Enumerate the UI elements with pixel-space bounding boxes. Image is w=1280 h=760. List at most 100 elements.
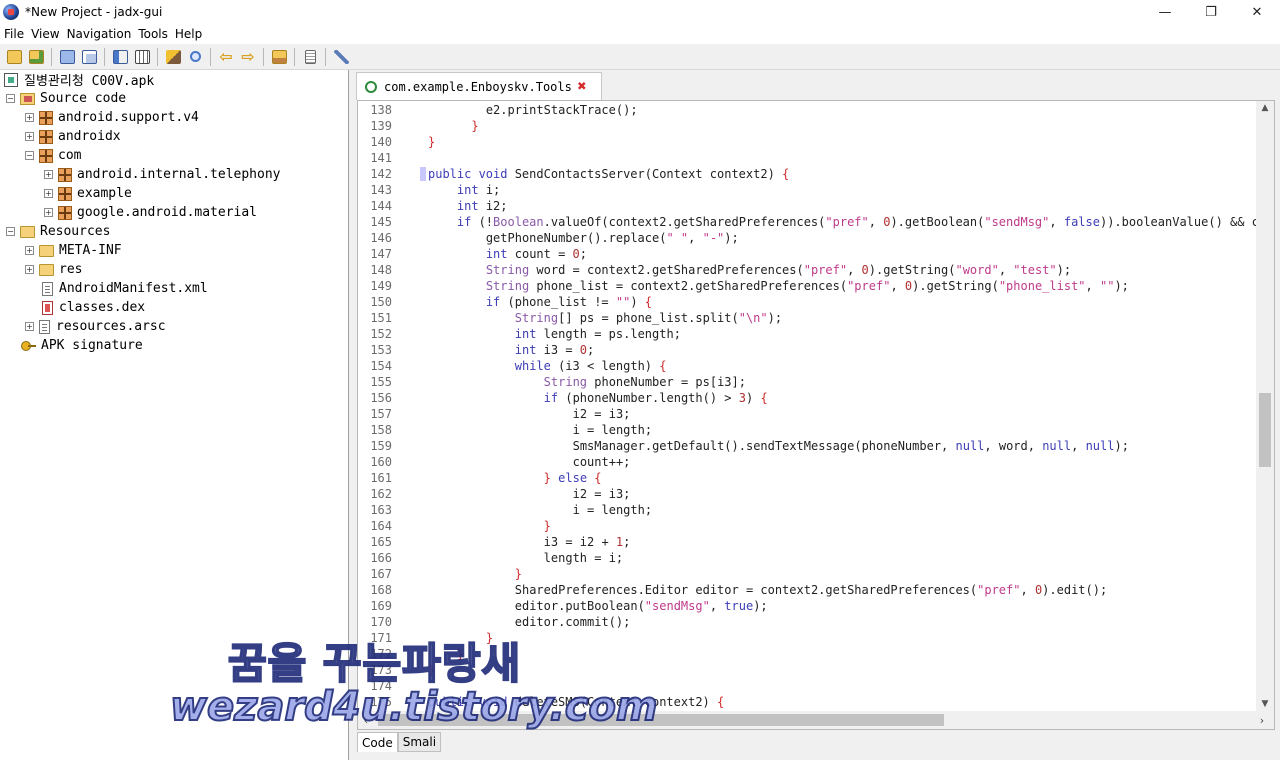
expand-icon[interactable]: + [44, 189, 53, 198]
menu-help[interactable]: Help [175, 27, 208, 41]
menu-navigation[interactable]: Navigation [67, 27, 138, 41]
expand-icon[interactable]: + [25, 246, 34, 255]
window-controls: — ❐ ✕ [1142, 0, 1280, 24]
code-line: 156 if (phoneNumber.length() > 3) { [358, 390, 1256, 406]
tree-label: example [77, 186, 132, 201]
expand-icon[interactable]: + [25, 322, 34, 331]
expand-icon[interactable]: + [25, 113, 34, 122]
tab-smali[interactable]: Smali [397, 732, 442, 752]
line-number: 153 [370, 343, 392, 357]
code-text: } [456, 647, 465, 661]
expand-icon[interactable] [131, 46, 153, 68]
tree-item-folder[interactable]: + res [25, 260, 82, 279]
code-line: 145 if (!Boolean.valueOf(context2.getShar… [358, 214, 1256, 230]
horizontal-scroll-thumb[interactable] [378, 714, 944, 726]
expand-icon[interactable]: + [25, 265, 34, 274]
close-button[interactable]: ✕ [1234, 0, 1280, 24]
line-number: 162 [370, 487, 392, 501]
apk-icon [4, 72, 18, 87]
forward-icon[interactable]: ⇨ [237, 46, 259, 68]
scroll-left-icon[interactable]: ‹ [358, 711, 374, 729]
tree-item-package[interactable]: + androidx [25, 127, 121, 146]
search-icon[interactable] [184, 46, 206, 68]
menu-bar: File View Navigation Tools Help [0, 24, 1280, 44]
close-tab-icon[interactable]: ✖ [575, 77, 589, 95]
code-text: } [514, 567, 522, 581]
collapse-icon[interactable]: − [6, 227, 15, 236]
open-file-icon[interactable] [3, 46, 25, 68]
save-all-icon[interactable] [78, 46, 100, 68]
line-number: 149 [370, 279, 392, 293]
horizontal-scrollbar[interactable]: ‹ › [358, 711, 1274, 729]
line-number: 140 [370, 135, 392, 149]
resources-folder-icon [20, 225, 35, 238]
code-line: 168 SharedPreferences.Editor editor = con… [358, 582, 1256, 598]
tree-item-resources[interactable]: − Resources [6, 222, 110, 241]
line-number: 163 [370, 503, 392, 517]
code-text: if (phone_list != "") { [485, 295, 653, 309]
code-text: getPhoneNumber().replace(" ", "-"); [485, 231, 739, 245]
line-number: 148 [370, 263, 392, 277]
expand-icon[interactable]: + [44, 170, 53, 179]
scroll-up-icon[interactable]: ▲ [1256, 101, 1274, 115]
tab-code[interactable]: Code [357, 732, 398, 752]
code-text: if (!Boolean.valueOf(context2.getSharedP… [456, 215, 1256, 229]
preferences-icon[interactable] [299, 46, 321, 68]
code-content[interactable]: 138 e2.printStackTrace(); 139} 140} 141 142 pu… [358, 101, 1256, 711]
code-line: 167} [358, 566, 1256, 582]
code-line: 150 if (phone_list != "") { [358, 294, 1256, 310]
sync-icon[interactable] [56, 46, 78, 68]
collapse-icon[interactable]: − [6, 94, 15, 103]
deobfuscation-icon[interactable] [162, 46, 184, 68]
code-line: 173} [358, 662, 1256, 678]
settings-icon[interactable] [330, 46, 352, 68]
tree-item-package[interactable]: + google.android.material [44, 203, 257, 222]
code-text: String word = context2.getSharedPreferen… [485, 263, 1072, 277]
code-text: } [428, 663, 436, 677]
line-number: 159 [370, 439, 392, 453]
code-line: 142 public void SendContactsServer(Contex… [358, 166, 1256, 182]
menu-view[interactable]: View [31, 27, 65, 41]
menu-tools[interactable]: Tools [138, 27, 174, 41]
jadx-app-icon [3, 4, 19, 20]
collapse-icon[interactable]: − [25, 151, 34, 160]
tree-label: res [59, 262, 83, 277]
tab-tools-class[interactable]: com.example.Enboyskv.Tools ✖ [356, 72, 602, 100]
log-icon[interactable] [268, 46, 290, 68]
tree-root-apk[interactable]: 질병관리청 C00V.apk [4, 70, 154, 89]
scroll-down-icon[interactable]: ▼ [1256, 697, 1274, 711]
title-bar: *New Project - jadx-gui — ❐ ✕ [0, 0, 1280, 24]
tree-item-folder[interactable]: + META-INF [25, 241, 122, 260]
expand-icon[interactable]: + [44, 208, 53, 217]
tree-item-package[interactable]: + android.support.v4 [25, 108, 199, 127]
minimize-button[interactable]: — [1142, 0, 1188, 24]
scroll-right-icon[interactable]: › [1254, 711, 1270, 729]
tree-label: android.support.v4 [58, 110, 199, 125]
line-number: 169 [370, 599, 392, 613]
code-line: 153 int i3 = 0; [358, 342, 1256, 358]
tree-item-file[interactable]: classes.dex [42, 298, 145, 317]
maximize-button[interactable]: ❐ [1188, 0, 1234, 24]
tree-item-file[interactable]: + resources.arsc [25, 317, 166, 336]
tree-item-apk-signature[interactable]: APK signature [21, 336, 143, 355]
code-line: 155 String phoneNumber = ps[i3]; [358, 374, 1256, 390]
tree-item-package[interactable]: + example [44, 184, 132, 203]
line-number: 164 [370, 519, 392, 533]
export-icon[interactable] [109, 46, 131, 68]
line-number: 158 [370, 423, 392, 437]
tree-item-package[interactable]: + android.internal.telephony [44, 165, 281, 184]
tree-item-package[interactable]: − com [25, 146, 81, 165]
vertical-scrollbar[interactable]: ▲ ▼ [1256, 101, 1274, 711]
vertical-scroll-thumb[interactable] [1259, 393, 1271, 467]
tree-item-file[interactable]: AndroidManifest.xml [42, 279, 208, 298]
expand-icon[interactable]: + [25, 132, 34, 141]
tab-label: com.example.Enboyskv.Tools [384, 79, 572, 94]
package-icon [58, 167, 72, 182]
menu-file[interactable]: File [4, 27, 30, 41]
add-file-icon[interactable] [25, 46, 47, 68]
tree-label: APK signature [41, 338, 143, 353]
line-highlight-marker [420, 167, 426, 181]
code-line: 154 while (i3 < length) { [358, 358, 1256, 374]
back-icon[interactable]: ⇦ [215, 46, 237, 68]
tree-item-source-code[interactable]: − Source code [6, 89, 126, 108]
